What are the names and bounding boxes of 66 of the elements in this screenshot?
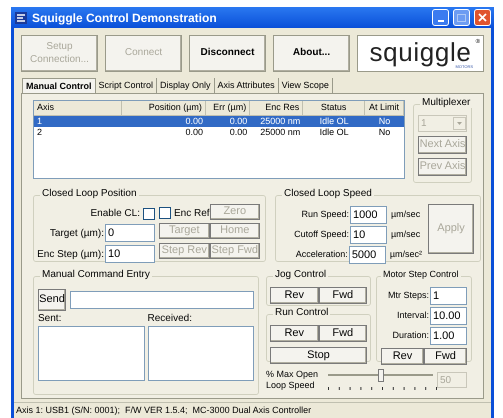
column-header: Err (µm) [206, 101, 250, 115]
button[interactable]: Fwd [424, 348, 467, 365]
button[interactable]: Stop [270, 347, 367, 364]
input-field[interactable]: 5000 [348, 246, 386, 264]
column-header: At Limit [364, 101, 404, 115]
slider-reading: 50 [437, 372, 467, 388]
unit-label: µm/sec [391, 208, 420, 222]
table-cell-text: 0.00 [228, 128, 248, 137]
field-label: Mtr Steps: [388, 289, 429, 302]
table-cell-text: 25000 nm [259, 128, 302, 137]
slider-label: % Max Open Loop Speed [266, 369, 320, 392]
group-title: Motor Step Control [381, 270, 461, 279]
table-row[interactable]: 1 0.00 0.00 25000 nm Idle OL No [34, 116, 404, 127]
checkbox-label: Enable CL: [90, 207, 140, 221]
table-cell-text: 0.00 [228, 117, 248, 126]
unit-label: µm/sec² [390, 248, 422, 262]
button[interactable]: Rev [270, 287, 318, 304]
table-cell-text: 0.00 [184, 117, 204, 126]
input-field[interactable]: 1 [430, 287, 467, 305]
button[interactable]: Rev [381, 348, 424, 365]
input-field[interactable]: 1.00 [430, 327, 467, 345]
input-field[interactable]: 10 [105, 245, 155, 263]
field-label: Run Speed: [300, 208, 350, 222]
toolbar-button[interactable]: Disconnect [189, 35, 266, 72]
toolbar-button[interactable]: About... [273, 35, 350, 72]
tab[interactable]: Manual Control [22, 78, 96, 93]
group-title: Closed Loop Position [40, 189, 139, 199]
table-cell-text: Idle OL [318, 128, 350, 137]
group-title: Jog Control [273, 270, 328, 280]
unit-label: µm/sec [391, 228, 420, 242]
column-header: Position (µm) [122, 101, 206, 115]
field-label: Interval: [396, 309, 429, 322]
field-label: Enc Step (µm): [37, 248, 104, 262]
table-cell-text: 2 [36, 128, 44, 137]
logo-text: squiggle [369, 38, 472, 64]
group-title: Multiplexer [420, 98, 472, 108]
column-header: Axis [34, 101, 122, 115]
button[interactable]: Rev [270, 325, 318, 342]
table-cell-text: 0.00 [184, 128, 204, 137]
status-bar-text: Axis 1: USB1 (S/N: 0001); F/W VER 1.5.4; MC-3000 Dual Axis Controller [16, 406, 312, 415]
window-title: Squiggle Control Demonstration [32, 10, 218, 26]
input-field[interactable]: 10 [350, 226, 387, 244]
table-row[interactable]: 2 0.00 0.00 25000 nm Idle OL No [34, 127, 404, 138]
input-field[interactable]: 1000 [350, 206, 387, 224]
table-cell-text: 25000 nm [259, 117, 302, 126]
field-label: Cutoff Speed: [293, 228, 350, 242]
button[interactable]: Send [38, 289, 66, 311]
sent-label: Sent: [38, 312, 62, 326]
button[interactable]: Fwd [318, 325, 367, 342]
table-cell-text: No [378, 117, 392, 126]
checkbox-label: Enc Ref [174, 206, 210, 221]
input-field[interactable]: 10.00 [430, 307, 467, 325]
field-label: Acceleration: [294, 248, 349, 262]
group-title: Manual Command Entry [40, 270, 152, 280]
group-title: Run Control [273, 308, 330, 318]
table-cell-text: Idle OL [318, 117, 350, 126]
column-header: Enc Res [250, 101, 304, 115]
table-cell-text: 1 [36, 117, 44, 126]
button[interactable]: Fwd [318, 287, 367, 304]
input-field[interactable]: 0 [105, 224, 155, 242]
field-label: Duration: [392, 329, 429, 342]
received-label: Received: [148, 312, 193, 326]
group-title: Closed Loop Speed [282, 189, 374, 199]
column-header: Status [303, 101, 365, 115]
field-label: Target (µm): [50, 226, 104, 240]
table-cell-text: No [378, 128, 392, 137]
